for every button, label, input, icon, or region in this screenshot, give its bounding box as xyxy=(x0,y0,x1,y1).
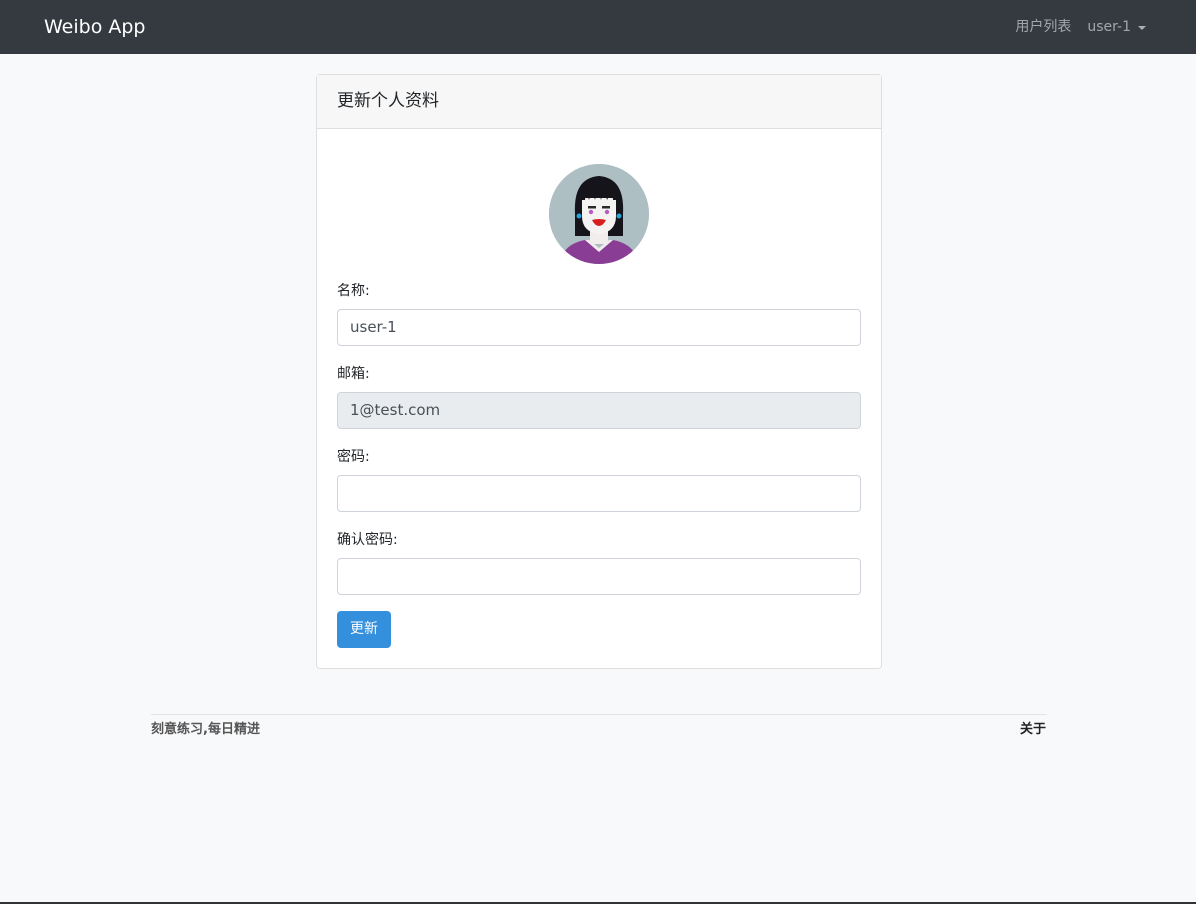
top-navbar: Weibo App 用户列表 user-1 xyxy=(0,0,1196,54)
brand-link[interactable]: Weibo App xyxy=(44,14,146,40)
profile-card: 更新个人资料 名称: user-1 邮箱: 1@test.com 密码: 确认密… xyxy=(316,74,882,669)
chevron-down-icon xyxy=(1138,25,1146,30)
password-label: 密码: xyxy=(337,449,370,465)
navbar-right: 用户列表 user-1 xyxy=(1015,17,1146,37)
user-dropdown-label: user-1 xyxy=(1087,19,1131,35)
about-link[interactable]: 关于 xyxy=(1020,721,1046,739)
email-field[interactable]: 1@test.com xyxy=(337,392,861,429)
confirm-password-label: 确认密码: xyxy=(337,532,398,548)
user-dropdown[interactable]: user-1 xyxy=(1087,17,1146,37)
confirm-password-field[interactable] xyxy=(337,558,861,595)
users-list-link[interactable]: 用户列表 xyxy=(1015,17,1071,37)
card-title: 更新个人资料 xyxy=(317,75,881,129)
name-field[interactable]: user-1 xyxy=(337,309,861,346)
update-button[interactable]: 更新 xyxy=(337,611,391,648)
password-field[interactable] xyxy=(337,475,861,512)
footer-slogan: 刻意练习,每日精进 xyxy=(151,722,260,737)
name-label: 名称: xyxy=(337,283,370,299)
avatar-illustration xyxy=(549,164,649,264)
email-label: 邮箱: xyxy=(337,366,370,382)
footer-divider xyxy=(151,714,1047,715)
avatar xyxy=(549,164,649,264)
